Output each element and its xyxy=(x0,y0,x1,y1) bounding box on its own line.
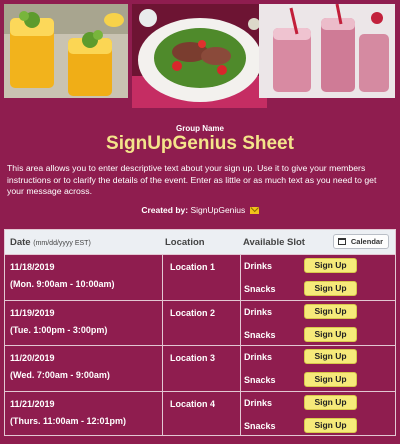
slot: Snacks Sign Up xyxy=(243,278,393,300)
column-header-date-format: (mm/dd/yyyy EST) xyxy=(33,240,91,247)
slot: Snacks Sign Up xyxy=(243,369,393,391)
slot: Snacks Sign Up xyxy=(243,415,393,437)
column-header-slot: Available Slot xyxy=(243,237,305,248)
signup-button[interactable]: Sign Up xyxy=(304,349,357,364)
date-cell: 11/20/2019 (Wed. 7:00am - 9:00am) xyxy=(5,346,163,391)
signup-button[interactable]: Sign Up xyxy=(304,372,357,387)
row-location: Location 2 xyxy=(170,307,216,318)
lemonade-photo xyxy=(4,4,128,98)
column-header-date: Date (mm/dd/yyyy EST) xyxy=(10,237,91,248)
row-time: (Wed. 7:00am - 9:00am) xyxy=(10,370,110,380)
slot: Drinks Sign Up xyxy=(243,301,393,323)
slot: Drinks Sign Up xyxy=(243,255,393,277)
location-cell: Location 4 xyxy=(163,391,241,436)
signup-table: Date (mm/dd/yyyy EST) Location Available… xyxy=(4,229,396,436)
signup-button[interactable]: Sign Up xyxy=(304,258,357,273)
row-time: (Tue. 1:00pm - 3:00pm) xyxy=(10,324,108,335)
location-cell: Location 1 xyxy=(163,255,241,300)
calendar-button[interactable]: Calendar xyxy=(333,234,389,249)
created-by-label: Created by: xyxy=(141,205,189,215)
slot-name: Snacks xyxy=(244,375,276,385)
date-cell: 11/21/2019 (Thurs. 11:00am - 12:01pm) xyxy=(5,391,163,436)
slot-name: Drinks xyxy=(244,352,273,362)
date-cell: 11/19/2019 (Tue. 1:00pm - 3:00pm) xyxy=(5,300,163,345)
date-cell: 11/18/2019 (Mon. 9:00am - 10:00am) xyxy=(5,255,163,300)
row-location: Location 1 xyxy=(170,262,216,272)
table-row: 11/20/2019 (Wed. 7:00am - 9:00am) Locati… xyxy=(5,345,395,391)
signup-button[interactable]: Sign Up xyxy=(304,394,357,410)
pink-drinks-photo xyxy=(259,4,395,98)
slot: Snacks Sign Up xyxy=(243,324,393,346)
calendar-button-label: Calendar xyxy=(350,237,383,246)
created-by-name: SignUpGenius xyxy=(190,205,246,215)
group-name: Group Name xyxy=(175,124,224,133)
calendar-icon xyxy=(338,238,346,245)
row-time: (Mon. 9:00am - 10:00am) xyxy=(10,279,115,289)
signup-button[interactable]: Sign Up xyxy=(304,303,357,319)
created-by: Created by: SignUpGenius xyxy=(0,205,400,215)
row-location: Location 3 xyxy=(170,353,216,363)
row-date: 11/19/2019 xyxy=(10,307,55,318)
table-row: 11/21/2019 (Thurs. 11:00am - 12:01pm) Lo… xyxy=(5,390,395,437)
salad-photo xyxy=(132,4,267,108)
row-time: (Thurs. 11:00am - 12:01pm) xyxy=(10,415,127,426)
row-location: Location 4 xyxy=(170,398,216,409)
slot-name: Snacks xyxy=(244,420,276,431)
page-title: SignUpGenius Sheet xyxy=(106,133,294,154)
signup-button[interactable]: Sign Up xyxy=(304,326,357,342)
slot: Drinks Sign Up xyxy=(243,346,393,368)
row-date: 11/18/2019 xyxy=(10,262,55,272)
table-row: 11/19/2019 (Tue. 1:00pm - 3:00pm) Locati… xyxy=(5,299,395,346)
table-header: Date (mm/dd/yyyy EST) Location Available… xyxy=(5,230,395,254)
envelope-icon[interactable] xyxy=(249,207,259,214)
slot-name: Drinks xyxy=(244,261,273,271)
row-date: 11/20/2019 xyxy=(10,353,55,363)
description-text: This area allows you to enter descriptiv… xyxy=(7,163,377,196)
slot-name: Drinks xyxy=(244,397,273,408)
location-cell: Location 3 xyxy=(163,346,241,391)
slot-name: Snacks xyxy=(244,284,276,294)
row-date: 11/21/2019 xyxy=(10,398,55,409)
signup-button[interactable]: Sign Up xyxy=(304,281,357,296)
slot-name: Drinks xyxy=(244,306,273,317)
column-header-location: Location xyxy=(165,237,205,248)
location-cell: Location 2 xyxy=(163,300,241,345)
header-photo-banner xyxy=(0,0,400,110)
signup-button[interactable]: Sign Up xyxy=(304,417,357,433)
column-header-date-label: Date xyxy=(10,237,31,248)
table-row: 11/18/2019 (Mon. 9:00am - 10:00am) Locat… xyxy=(5,254,395,300)
slot-name: Snacks xyxy=(244,329,276,340)
slot: Drinks Sign Up xyxy=(243,392,393,414)
